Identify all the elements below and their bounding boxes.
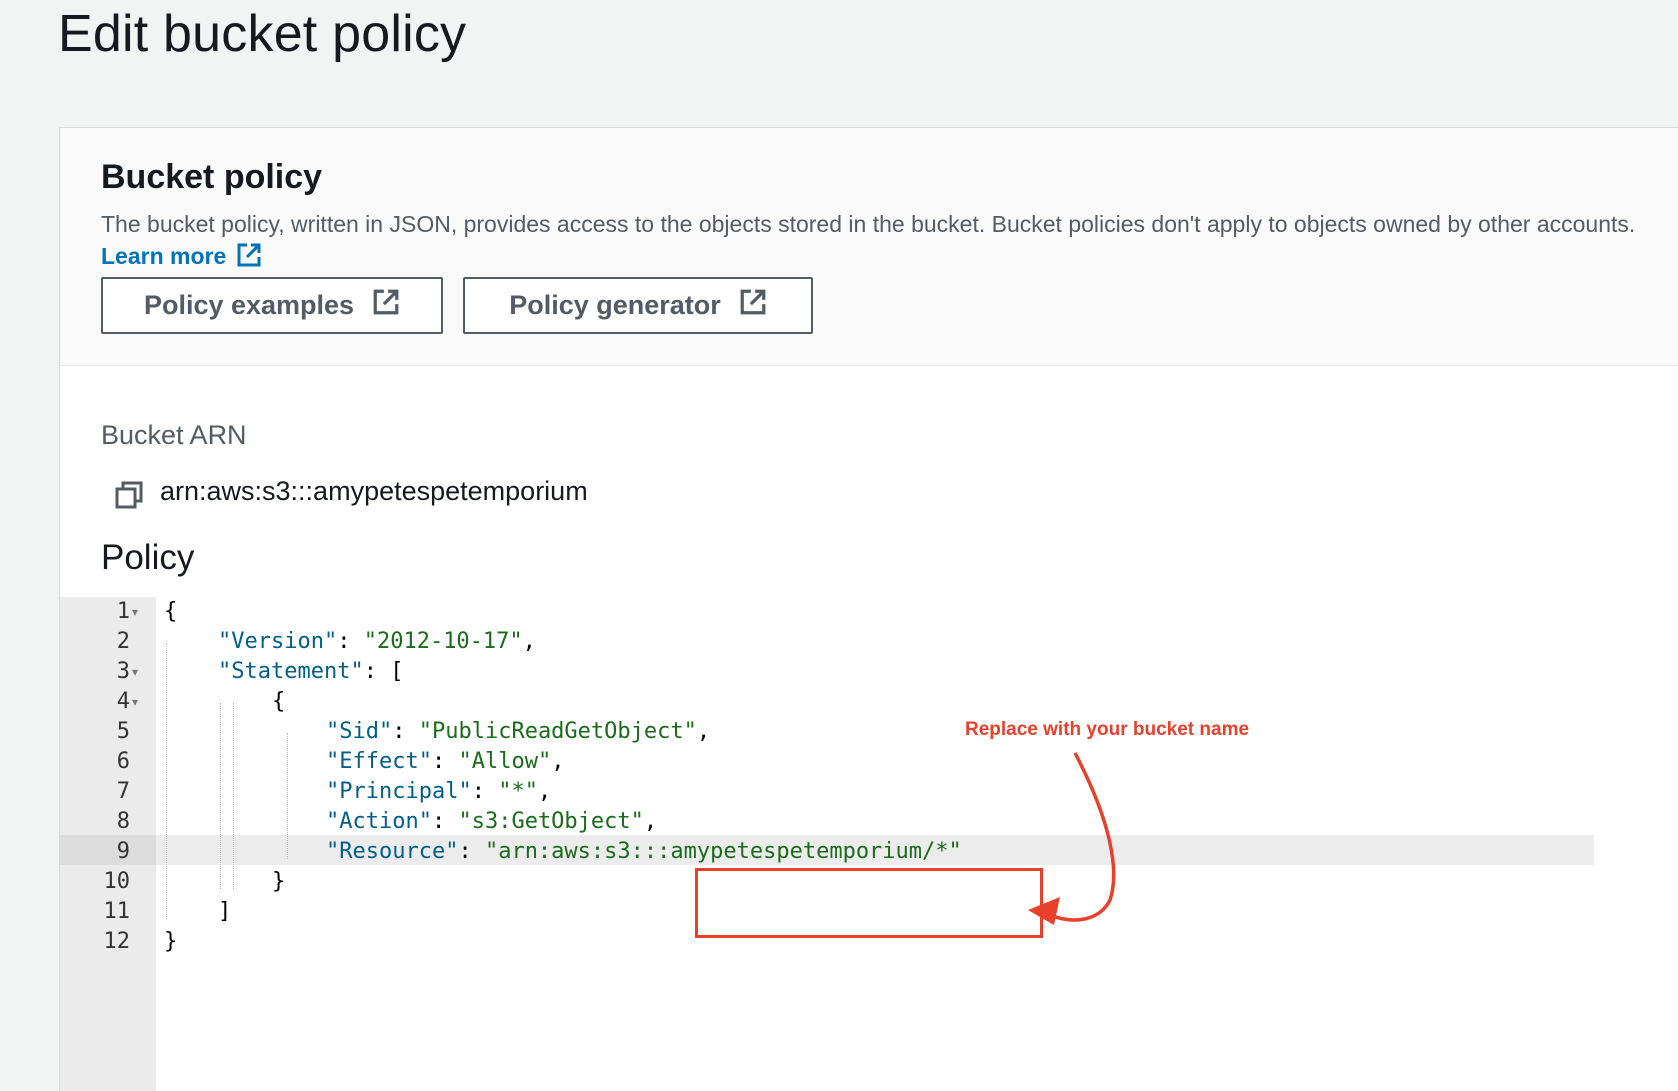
json-punctuation: , — [643, 809, 658, 834]
json-key: "Principal" — [326, 779, 472, 804]
code-line: } — [164, 927, 177, 957]
external-link-icon — [236, 242, 262, 276]
code-line: ] — [218, 897, 231, 927]
json-key: "Action" — [326, 809, 432, 834]
json-key: "Version" — [218, 629, 338, 654]
line-number: 2 — [116, 629, 130, 654]
indent-guide — [166, 643, 167, 919]
learn-more-link[interactable]: Learn more — [101, 243, 262, 269]
json-punctuation: , — [551, 749, 565, 774]
json-string: "PublicReadGetObject" — [418, 719, 697, 744]
json-punctuation: , — [522, 629, 536, 654]
line-number: 8 — [116, 809, 130, 834]
bucket-policy-heading: Bucket policy — [101, 158, 323, 196]
json-key: "Statement" — [218, 659, 364, 684]
line-number: 1 — [116, 599, 130, 624]
json-string: "s3:GetObject" — [458, 809, 644, 834]
line-number: 12 — [103, 929, 131, 954]
line-number: 11 — [103, 899, 131, 924]
policy-examples-label: Policy examples — [143, 290, 355, 320]
line-number: 6 — [116, 749, 130, 774]
line-number: 7 — [116, 779, 130, 804]
json-punctuation: ] — [218, 899, 232, 924]
json-punctuation: , — [537, 779, 552, 804]
line-number: 3 — [116, 659, 130, 684]
json-punctuation: , — [696, 719, 711, 744]
json-punctuation: { — [164, 599, 178, 624]
panel-header: Bucket policy The bucket policy, written… — [60, 128, 1678, 366]
json-punctuation: : — [471, 779, 499, 804]
bucket-arn-value: arn:aws:s3:::amypetespetemporium — [160, 476, 588, 506]
code-line: "Effect": "Allow", — [326, 747, 564, 777]
indent-guide — [287, 733, 288, 859]
code-line: { — [164, 597, 177, 627]
json-punctuation: : — [431, 809, 459, 834]
copy-icon[interactable] — [114, 480, 144, 515]
external-link-icon — [372, 288, 400, 323]
bucket-policy-description: The bucket policy, written in JSON, prov… — [101, 208, 1641, 276]
json-punctuation: : — [431, 749, 459, 774]
line-number: 10 — [103, 869, 131, 894]
json-key: "Effect" — [326, 749, 432, 774]
json-punctuation: } — [272, 869, 286, 894]
external-link-icon — [739, 288, 767, 323]
code-line: "Version": "2012-10-17", — [218, 627, 536, 657]
code-line: "Statement": [ — [218, 657, 403, 687]
line-number: 5 — [116, 719, 130, 744]
json-string: "2012-10-17" — [363, 629, 523, 654]
code-line: } — [272, 867, 285, 897]
json-punctuation: } — [164, 929, 178, 954]
description-text: The bucket policy, written in JSON, prov… — [101, 211, 1636, 237]
policy-examples-button[interactable]: Policy examples — [101, 277, 443, 334]
json-punctuation: : — [392, 719, 419, 744]
json-punctuation: { — [272, 689, 286, 714]
line-number: 9 — [116, 839, 130, 864]
indent-guide — [233, 703, 234, 889]
annotation-text: Replace with your bucket name — [965, 719, 1250, 740]
fold-arrow-icon[interactable]: ▾ — [132, 597, 138, 627]
json-key: "Sid" — [326, 719, 393, 744]
code-line: "Sid": "PublicReadGetObject", — [326, 717, 710, 747]
json-string: "Allow" — [458, 749, 552, 774]
json-punctuation: : — [458, 839, 485, 864]
json-punctuation: : [ — [363, 659, 404, 684]
policy-label: Policy — [101, 538, 195, 577]
json-punctuation: : — [337, 629, 364, 654]
code-line: { — [272, 687, 285, 717]
page-title: Edit bucket policy — [58, 5, 467, 63]
indent-guide — [220, 703, 221, 889]
policy-editor[interactable]: 1 ▾ 2 3 ▾ 4 ▾ 5 6 7 8 9 10 11 12 {"Version": "2012-10-… — [60, 597, 1678, 1091]
line-number: 4 — [116, 689, 130, 714]
policy-generator-label: Policy generator — [509, 290, 721, 320]
bucket-policy-panel: Bucket policy The bucket policy, written… — [59, 127, 1678, 1091]
annotation-highlight-box — [695, 868, 1043, 938]
code-line: "Resource": "arn:aws:s3:::amypetespetemp… — [326, 837, 962, 867]
json-string: "*" — [498, 779, 538, 804]
learn-more-label: Learn more — [101, 243, 227, 269]
policy-generator-button[interactable]: Policy generator — [463, 277, 813, 334]
fold-arrow-icon[interactable]: ▾ — [132, 687, 138, 717]
bucket-arn-label: Bucket ARN — [101, 420, 247, 450]
code-line: "Action": "s3:GetObject", — [326, 807, 657, 837]
fold-arrow-icon[interactable]: ▾ — [132, 657, 138, 687]
code-line: "Principal": "*", — [326, 777, 551, 807]
json-key: "Resource" — [326, 839, 459, 864]
json-string: "arn:aws:s3:::amypetespetemporium/*" — [484, 839, 962, 864]
